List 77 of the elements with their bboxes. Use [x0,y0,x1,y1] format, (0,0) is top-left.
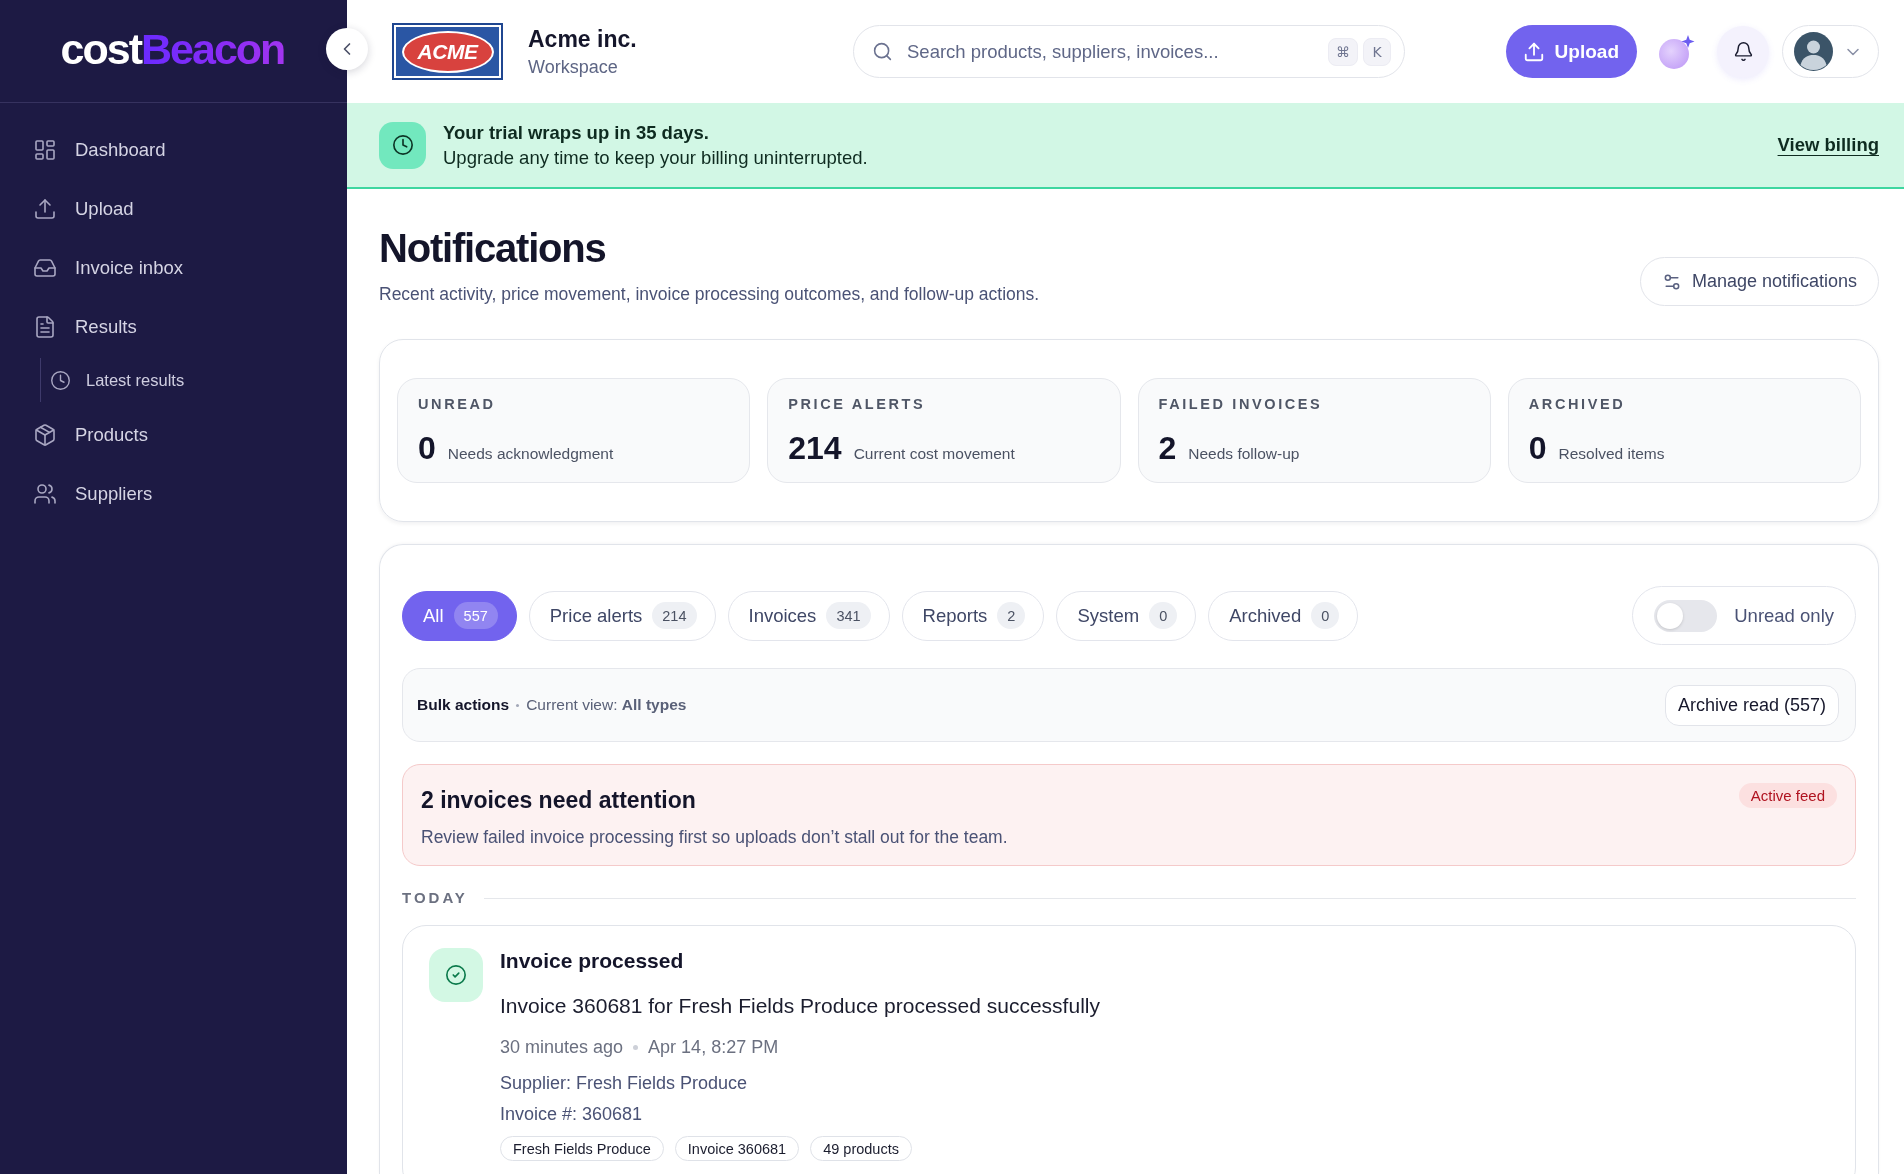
document-icon [33,315,57,339]
attention-title: 2 invoices need attention [421,785,696,815]
filter-tab[interactable]: Reports 2 [901,590,1045,641]
sidebar-item[interactable]: Suppliers [14,470,333,518]
sidebar-item[interactable]: Products [14,411,333,459]
relative-time: 30 minutes ago [500,1036,624,1059]
count-badge: 0 [1311,602,1340,629]
sidebar-item[interactable]: Upload [14,185,333,233]
stat-label: PRICE ALERTS [788,395,927,413]
view-billing-link[interactable]: View billing [1777,134,1879,156]
shortcut-key: ⌘ [1328,37,1358,66]
shortcut-key: K [1363,37,1391,66]
inbox-tray-icon [33,256,57,280]
count-badge: 0 [1149,602,1178,629]
clock-icon [379,121,426,169]
collapse-sidebar-button[interactable] [326,28,368,70]
count-badge: 214 [652,602,697,629]
separator-dot-icon [633,1044,639,1050]
users-icon [33,482,57,506]
page-subtitle: Recent activity, price movement, invoice processing outcomes, and follow-up actions. [379,283,1040,306]
archive-read-button[interactable]: Archive read (557) [1664,684,1839,726]
attention-message: Review failed invoice processing first so uploads don’t stall out for the team. [421,826,1009,849]
count-badge: 341 [826,602,871,629]
search-input[interactable]: Search products, suppliers, invoices... [907,36,1314,67]
stat-label: FAILED INVOICES [1158,395,1324,413]
sidebar-item[interactable]: Results [14,303,333,351]
count-badge: 557 [453,602,498,629]
count-badge: 2 [997,602,1026,629]
stat-note: Current cost movement [853,445,1015,463]
bell-icon [1732,41,1754,62]
company-name: Acme inc. [528,24,638,53]
sparkle-orb-icon [1658,33,1696,70]
filter-tab[interactable]: Price alerts 214 [528,590,716,641]
filter-tab[interactable]: All 557 [402,590,517,641]
page-title: Notifications [379,225,606,272]
stat-note: Needs acknowledgment [447,445,614,463]
notification-detail: Supplier: Fresh Fields Produce [500,1072,748,1095]
notifications-button[interactable] [1717,25,1769,78]
sidebar-subitem[interactable]: Latest results [41,358,333,402]
stat-note: Resolved items [1558,445,1665,463]
separator-dot-icon [516,703,520,707]
upload-button[interactable]: Upload [1505,25,1637,78]
current-view-text: Current view: All types [526,696,687,714]
stat-value: 2 [1158,430,1177,466]
bulk-actions-label: Bulk actions [417,696,510,714]
filter-tab[interactable]: System 0 [1056,590,1197,641]
upload-icon [1522,40,1545,63]
sidebar-item[interactable]: Invoice inbox [14,244,333,292]
notification-title: Invoice processed [500,948,684,974]
clock-icon [50,369,71,391]
layout-grid-icon [33,138,57,162]
stat-value: 0 [1528,430,1547,466]
manage-notifications-button[interactable]: Manage notifications [1639,257,1879,306]
assistant-button[interactable] [1658,33,1696,70]
section-heading: TODAY [402,888,468,908]
profile-menu-button[interactable] [1782,25,1879,78]
notification-detail: Invoice #: 360681 [500,1103,643,1126]
stat-label: ARCHIVED [1528,395,1627,413]
stat-value: 0 [418,430,436,466]
box-icon [33,423,57,447]
stat-note: Needs follow-up [1188,445,1300,463]
timestamp: Apr 14, 8:27 PM [648,1036,779,1059]
feed-status-badge: Active feed [1738,783,1837,808]
trial-message: Upgrade any time to keep your billing uninterrupted. [443,146,868,170]
filter-tab[interactable]: Archived 0 [1208,590,1359,641]
workspace-label: Workspace [528,55,619,79]
logo-wordmark: ACME [401,30,494,73]
avatar-icon [1794,32,1833,71]
filter-tab[interactable]: Invoices 341 [727,590,890,641]
stat-label: UNREAD [418,395,497,413]
search-icon [872,41,893,62]
notification-message: Invoice 360681 for Fresh Fields Produce processed successfully [500,993,1100,1019]
trial-title: Your trial wraps up in 35 days. [443,121,709,145]
toggle-switch[interactable] [1654,599,1718,632]
sidebar-item[interactable]: Dashboard [14,126,333,174]
upload-icon [33,197,57,221]
stat-value: 214 [788,430,842,466]
